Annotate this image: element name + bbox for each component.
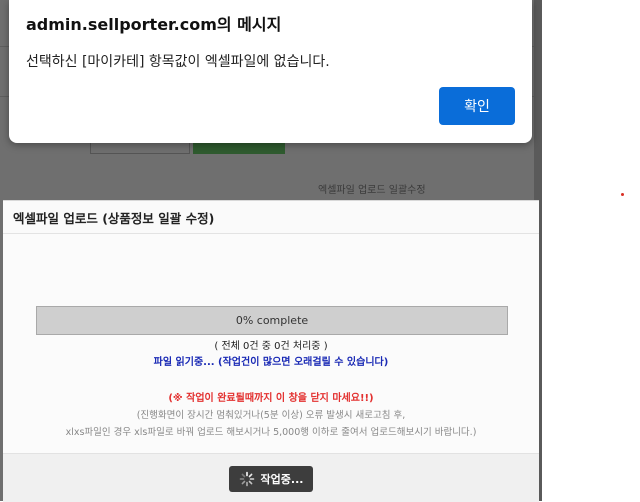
working-label: 작업중...: [260, 473, 304, 486]
count-text: ( 전체 0건 중 0건 처리중 ): [214, 341, 328, 352]
alert-message: 선택하신 [마이카테] 항목값이 엑셀파일에 없습니다.: [26, 54, 330, 70]
progress-bar: 0% complete: [36, 306, 508, 335]
spinner-icon: [239, 471, 254, 487]
modal-header: 엑셀파일 업로드 (상품정보 일괄 수정): [3, 201, 539, 234]
reading-line: 파일 읽기중... (작업건이 많으면 오래걸릴 수 있습니다): [153, 357, 389, 368]
working-button[interactable]: 작업중...: [229, 466, 313, 492]
upload-modal: 엑셀파일 업로드 (상품정보 일괄 수정) 0% complete ( 전체 0…: [3, 200, 539, 502]
modal-footer: 작업중...: [3, 453, 539, 502]
progress-text: 0% complete: [235, 314, 309, 327]
bg-caption: 엑셀파일 업로드 일괄수정: [318, 185, 426, 196]
alert-dialog: admin.sellporter.com의 메시지 선택하신 [마이카테] 항목…: [9, 0, 532, 143]
count-line: ( 전체 0건 중 0건 처리중 ): [3, 337, 539, 352]
note-line-1: (진행화면이 장시간 멈춰있거나(5분 이상) 오류 발생시 새로고침 후,: [136, 410, 406, 421]
ok-button[interactable]: 확인: [439, 87, 515, 125]
red-dot: [621, 193, 624, 196]
warning-line: (※ 작업이 완료될때까지 이 창을 닫지 마세요!!): [168, 393, 374, 404]
alert-title: admin.sellporter.com의 메시지: [26, 15, 282, 34]
modal-title: 엑셀파일 업로드 (상품정보 일괄 수정): [13, 210, 215, 226]
note-line-2: xlxs파일인 경우 xls파일로 바꿔 업로드 해보시거나 5,000행 이하…: [65, 427, 477, 438]
